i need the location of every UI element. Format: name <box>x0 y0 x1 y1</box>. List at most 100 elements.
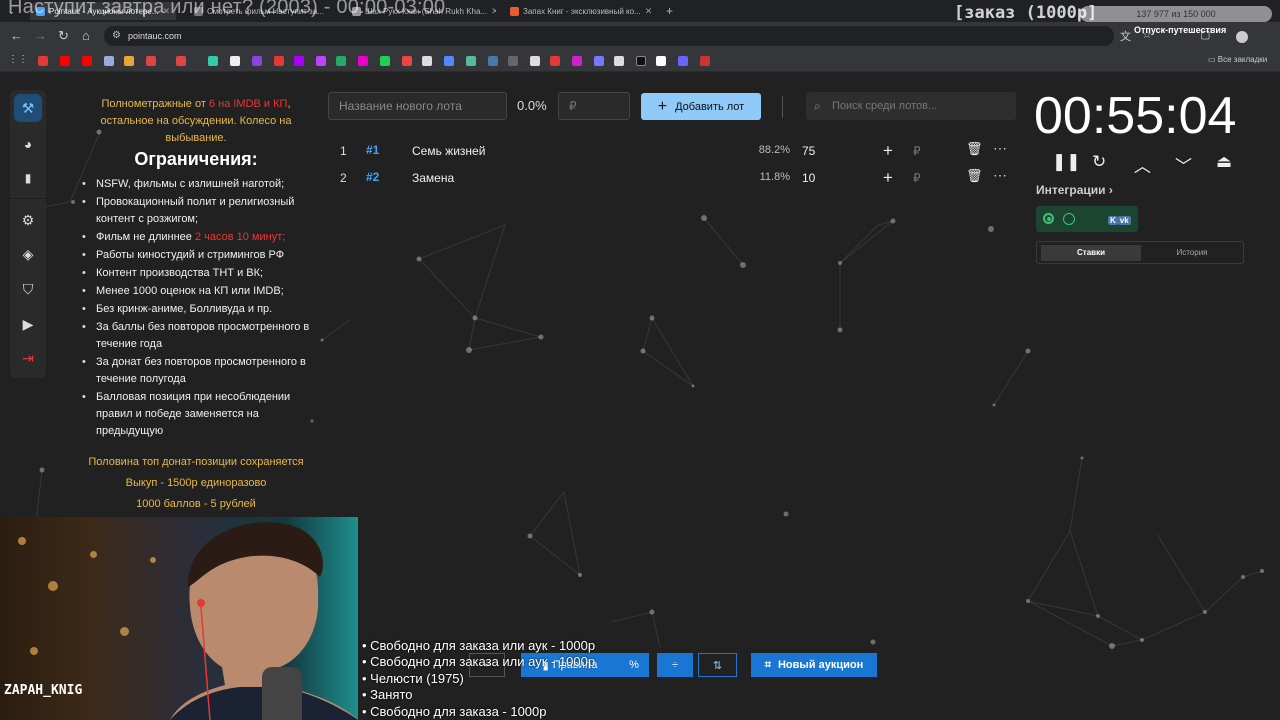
lot-row[interactable]: 2 #2 Замена 11.8% 10 + ₽ 🗑 ⋯ <box>330 165 1020 191</box>
trash-icon[interactable]: 🗑 <box>966 168 983 184</box>
bookmark[interactable] <box>422 56 432 66</box>
chevron-down-icon[interactable]: ﹀ <box>1175 152 1192 177</box>
new-auction-button[interactable]: ⌗ Новый аукцион <box>751 653 877 677</box>
bookmark[interactable] <box>614 56 624 66</box>
lot-amount: 10 <box>802 171 816 185</box>
pause-icon[interactable]: ❚❚ <box>1052 152 1081 172</box>
chevron-right-icon: › <box>1108 183 1113 197</box>
bookmark[interactable] <box>274 56 284 66</box>
translate-icon[interactable]: 文 <box>1120 28 1131 44</box>
bookmark[interactable] <box>230 56 240 66</box>
layers-icon[interactable]: ◈ <box>14 240 42 268</box>
bookmark[interactable] <box>636 56 646 66</box>
bookmark[interactable] <box>252 56 262 66</box>
tune-icon[interactable]: ⚙ <box>112 26 121 46</box>
reload-icon[interactable]: ↻ <box>58 28 69 44</box>
tab-bids[interactable]: Ставки <box>1041 245 1141 261</box>
home-icon[interactable]: ⌂ <box>82 28 90 43</box>
search-icon: ⌕ <box>814 99 821 113</box>
bookmark[interactable] <box>104 56 114 66</box>
bookmark[interactable] <box>530 56 540 66</box>
logout-icon[interactable]: ⇥ <box>14 344 42 372</box>
gear-icon[interactable]: ⚙ <box>14 206 42 234</box>
bookmark[interactable] <box>336 56 346 66</box>
shield-icon[interactable]: ⛉ <box>14 275 42 303</box>
all-bookmarks[interactable]: ▭ Все закладки <box>1208 55 1267 64</box>
bookmark[interactable] <box>146 56 156 66</box>
divider <box>782 96 783 118</box>
restriction-item: Фильм не длиннее 2 часов 10 минут; <box>78 229 314 246</box>
apps-icon[interactable]: ⋮⋮ <box>8 54 28 65</box>
order-price-tag: [заказ (1000р] <box>954 3 1098 23</box>
bookmark[interactable] <box>402 56 412 66</box>
lot-search-input[interactable]: ⌕ Поиск среди лотов... <box>806 92 1016 120</box>
bookmark[interactable] <box>572 56 582 66</box>
back-icon[interactable]: ← <box>10 28 23 43</box>
lot-name[interactable]: Замена <box>412 171 454 185</box>
bookmark[interactable] <box>82 56 92 66</box>
more-icon[interactable]: ⋯ <box>993 140 1008 157</box>
bookmark[interactable] <box>508 56 518 66</box>
bookmark[interactable] <box>550 56 560 66</box>
lot-tag[interactable]: #2 <box>366 170 379 184</box>
percent-button[interactable]: % <box>619 653 649 677</box>
split-button[interactable]: ÷ <box>657 653 693 677</box>
lot-add-amount-currency[interactable]: ₽ <box>913 171 921 185</box>
donation-progress-text: 137 977 из 150 000 <box>1136 9 1216 19</box>
new-lot-amount-input[interactable]: ₽ <box>558 92 630 120</box>
plus-icon[interactable]: + <box>883 141 893 161</box>
new-tab-button[interactable]: + <box>660 2 680 20</box>
bookmark[interactable] <box>316 56 326 66</box>
profile-avatar[interactable] <box>1236 31 1248 43</box>
bookmark[interactable] <box>38 56 48 66</box>
restart-icon[interactable]: ↻ <box>1092 152 1106 172</box>
restriction-item: Без кринж-аниме, Болливуда и пр. <box>78 301 314 318</box>
lot-tag[interactable]: #1 <box>366 143 379 157</box>
tab-history[interactable]: История <box>1143 245 1241 261</box>
bookmark[interactable] <box>444 56 454 66</box>
new-lot-name-input[interactable]: Название нового лота <box>328 92 507 120</box>
bookmark[interactable] <box>488 56 498 66</box>
lot-row[interactable]: 1 #1 Семь жизней 88.2% 75 + ₽ 🗑 ⋯ <box>330 138 1020 164</box>
add-lot-button[interactable]: + Добавить лот <box>641 93 761 120</box>
plus-icon[interactable]: + <box>883 168 893 188</box>
donation-progress-bar: 137 977 из 150 000 <box>1080 6 1272 22</box>
close-icon[interactable]: ✕ <box>645 6 653 17</box>
tab-zapah-knig[interactable]: Запах Книг - эксклюзивный ко... ✕ <box>504 2 654 20</box>
eject-icon[interactable]: ⏏ <box>1216 152 1232 172</box>
restriction-item: За донат без повторов просмотренного в т… <box>78 354 314 388</box>
chevron-up-icon[interactable]: ︿ <box>1134 152 1151 177</box>
new-lot-percent: 0.0% <box>517 98 547 113</box>
bookmark[interactable] <box>678 56 688 66</box>
crosshair-icon: ⌗ <box>764 658 771 671</box>
forward-icon[interactable]: → <box>34 28 47 43</box>
bookmark[interactable] <box>208 56 218 66</box>
bookmark[interactable] <box>358 56 368 66</box>
bookmark[interactable] <box>380 56 390 66</box>
gavel-icon[interactable]: ⚒ <box>14 94 42 122</box>
duration-limit: 2 часов 10 минут; <box>194 231 286 243</box>
address-bar-row: ← → ↻ ⌂ ⚙ pointauc.com 文 ☆ ▢ <box>0 22 1280 50</box>
bookmark[interactable] <box>594 56 604 66</box>
lot-add-amount-currency[interactable]: ₽ <box>913 144 921 158</box>
lot-name[interactable]: Семь жизней <box>412 144 485 158</box>
integration-toggle[interactable] <box>1043 213 1054 224</box>
bookmark[interactable] <box>656 56 666 66</box>
pie-chart-icon[interactable]: ◕ <box>14 130 42 158</box>
bookmark[interactable] <box>124 56 134 66</box>
bookmark[interactable] <box>466 56 476 66</box>
trash-icon[interactable]: 🗑 <box>966 141 983 157</box>
integration-toggle[interactable] <box>1063 213 1075 225</box>
close-icon[interactable]: ✕ <box>491 6 496 17</box>
bookmark[interactable] <box>700 56 710 66</box>
bookmark[interactable] <box>176 56 186 66</box>
video-library-icon[interactable]: ▶ <box>14 310 42 338</box>
bookmark[interactable] <box>294 56 304 66</box>
integrations-link[interactable]: Интеграции › <box>1036 183 1113 197</box>
bookmark[interactable] <box>60 56 70 66</box>
url-field[interactable]: ⚙ pointauc.com <box>104 26 1114 46</box>
bar-chart-icon[interactable]: ▮ <box>14 164 42 192</box>
vk-integration[interactable]: Kvk <box>1108 212 1131 226</box>
sort-button[interactable]: ⇅ <box>698 653 737 677</box>
more-icon[interactable]: ⋯ <box>993 167 1008 184</box>
